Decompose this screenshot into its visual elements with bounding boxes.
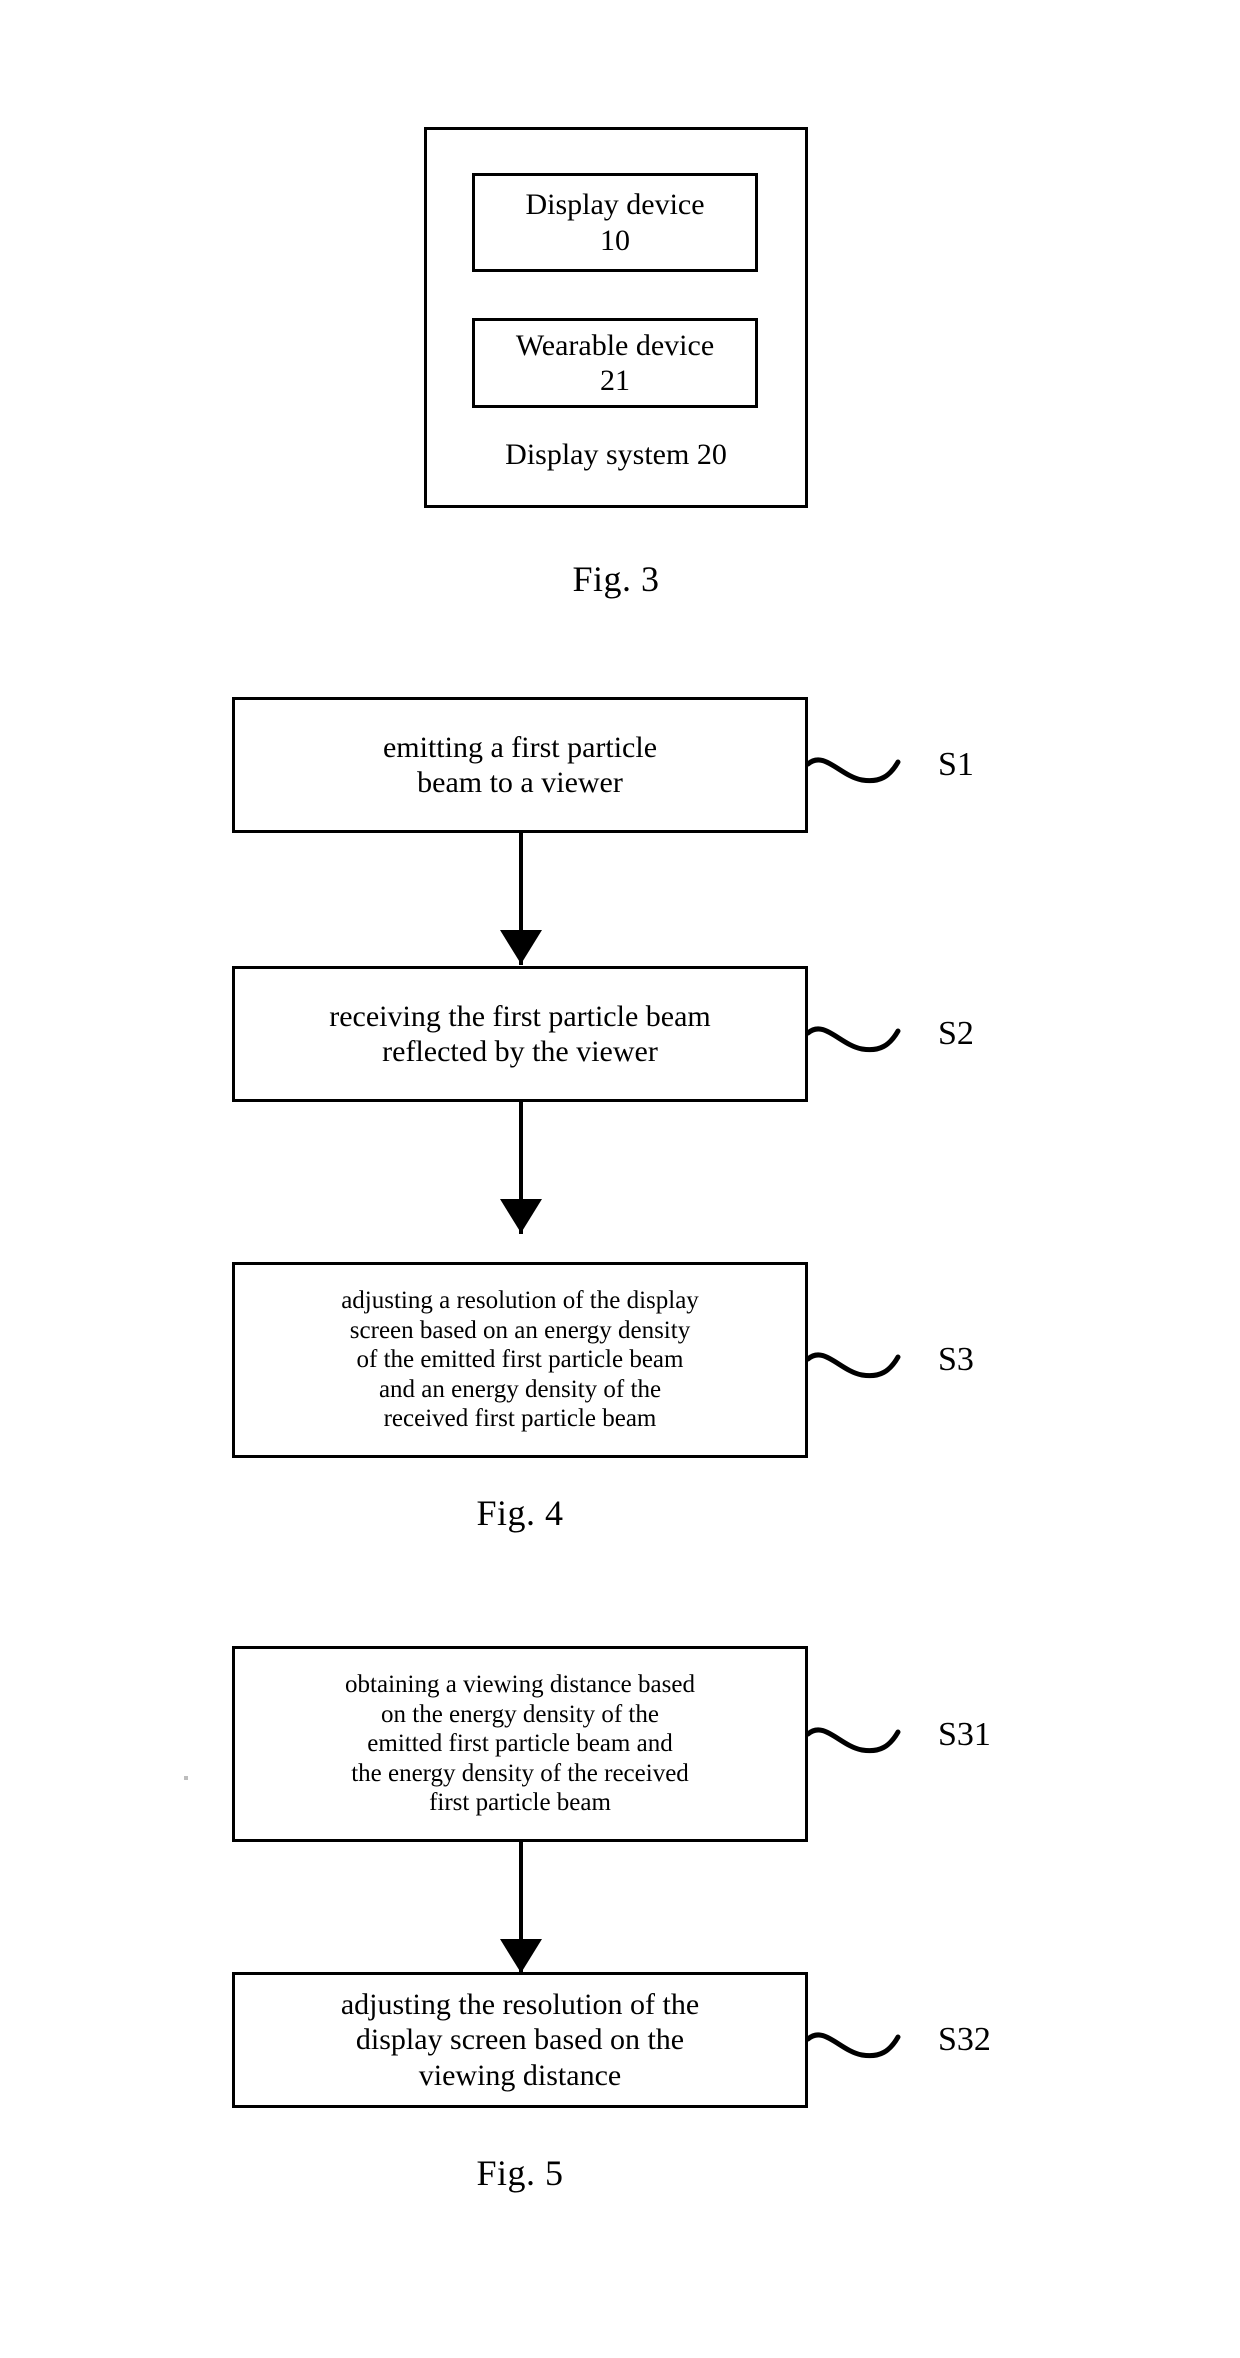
- fig4-leader-squiggle-s3: [806, 1352, 901, 1379]
- fig5-step-ref-s31: S31: [938, 1716, 991, 1753]
- fig5-step-box-s31: obtaining a viewing distance based on th…: [232, 1646, 808, 1842]
- fig5-arrow-head-s31-s32: [500, 1939, 542, 1973]
- fig3-block-wearable-device: Wearable device 21: [472, 318, 758, 408]
- fig4-step-ref-s1: S1: [938, 746, 974, 783]
- fig5-leader-squiggle-s31: [806, 1727, 901, 1754]
- fig3-display-system-label: Display system 20: [505, 438, 727, 471]
- fig3-caption: Fig. 3: [572, 559, 660, 599]
- fig4-step-box-s3: adjusting a resolution of the display sc…: [232, 1262, 808, 1458]
- fig5-leader-squiggle-s32: [806, 2032, 901, 2059]
- fig4-step-text-s2: receiving the first particle beam reflec…: [329, 999, 711, 1068]
- fig5-caption: Fig. 5: [476, 2153, 564, 2193]
- patent-drawing-sheet: Display device 10 Wearable device 21 Dis…: [0, 0, 1240, 2358]
- scan-artifact-speck: [184, 1776, 188, 1780]
- fig5-step-text-s32: adjusting the resolution of the display …: [340, 1987, 700, 2092]
- fig4-step-ref-s3: S3: [938, 1341, 974, 1378]
- fig5-step-text-s31: obtaining a viewing distance based on th…: [345, 1671, 695, 1817]
- fig4-arrow-head-s2-s3: [500, 1199, 542, 1233]
- fig4-step-text-s1: emitting a first particle beam to a view…: [382, 730, 658, 799]
- fig3-block-display-device: Display device 10: [472, 173, 758, 272]
- fig3-block-display-device-label: Display device 10: [525, 188, 705, 257]
- fig4-step-box-s2: receiving the first particle beam reflec…: [232, 966, 808, 1102]
- fig4-leader-squiggle-s2: [806, 1026, 901, 1053]
- fig4-caption: Fig. 4: [476, 1493, 564, 1533]
- fig4-step-ref-s2: S2: [938, 1015, 974, 1052]
- fig5-step-ref-s32: S32: [938, 2021, 991, 2058]
- fig4-step-box-s1: emitting a first particle beam to a view…: [232, 697, 808, 833]
- fig5-step-box-s32: adjusting the resolution of the display …: [232, 1972, 808, 2108]
- fig3-block-wearable-device-label: Wearable device 21: [515, 328, 715, 397]
- fig4-step-text-s3: adjusting a resolution of the display sc…: [341, 1287, 699, 1433]
- fig4-leader-squiggle-s1: [806, 757, 901, 784]
- fig4-arrow-head-s1-s2: [500, 930, 542, 964]
